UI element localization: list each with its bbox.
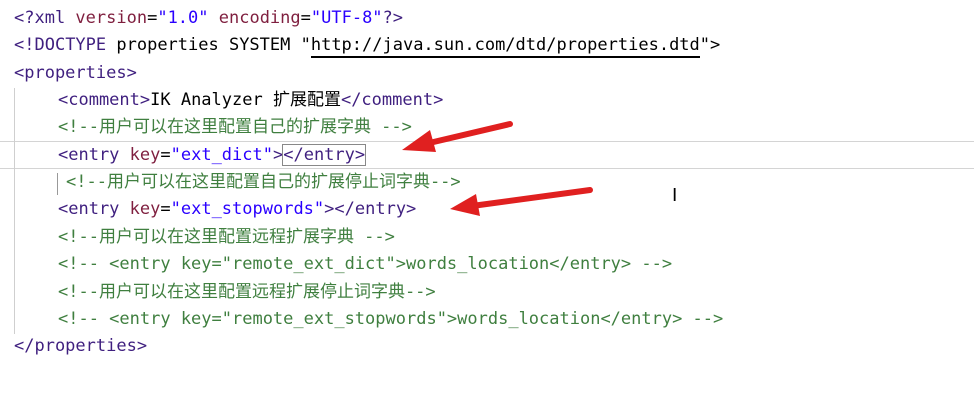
red-arrow-icon [450,187,593,216]
annotation-arrows [402,121,593,216]
xml-editor[interactable]: <?xml version="1.0" encoding="UTF-8"?> <… [0,0,974,403]
red-arrow-icon [402,121,513,152]
